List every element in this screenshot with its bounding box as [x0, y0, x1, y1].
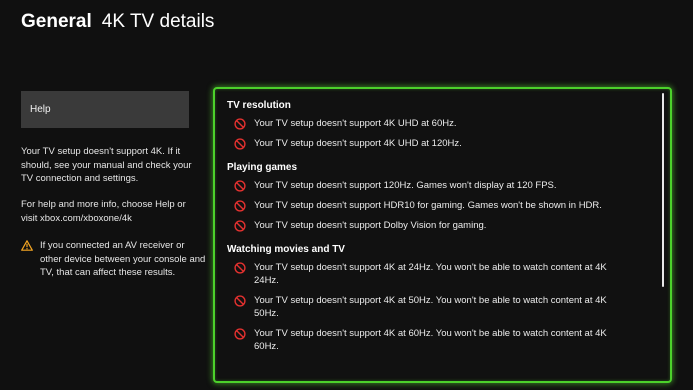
detail-item-text: Your TV setup doesn't support 4K at 50Hz… [254, 295, 607, 319]
detail-item-text: Your TV setup doesn't support 120Hz. Gam… [254, 180, 557, 191]
warning-triangle-icon [21, 240, 33, 280]
detail-item-text: Your TV setup doesn't support HDR10 for … [254, 200, 602, 211]
group-title: Watching movies and TV [227, 244, 345, 255]
group-title: Playing games [227, 162, 298, 173]
detail-item: Your TV setup doesn't support HDR10 for … [227, 199, 657, 212]
detail-item: Your TV setup doesn't support 4K at 50Hz… [227, 294, 657, 320]
help-button[interactable]: Help [21, 91, 189, 128]
prohibited-icon [234, 295, 246, 307]
detail-item-text: Your TV setup doesn't support 4K at 60Hz… [254, 328, 607, 352]
warning-text: If you connected an AV receiver or other… [40, 240, 206, 278]
detail-item-text: Your TV setup doesn't support 4K at 24Hz… [254, 262, 607, 286]
prohibited-icon [234, 138, 246, 150]
prohibited-icon [234, 220, 246, 232]
detail-item-text: Your TV setup doesn't support 4K UHD at … [254, 138, 462, 149]
prohibited-icon [234, 200, 246, 212]
detail-item: Your TV setup doesn't support 4K at 24Hz… [227, 261, 657, 287]
prohibited-icon [234, 180, 246, 192]
page-header: General 4K TV details [21, 11, 214, 33]
group-title: TV resolution [227, 100, 291, 111]
details-panel[interactable]: TV resolution Your TV setup doesn't suppo… [213, 87, 672, 383]
details-list: TV resolution Your TV setup doesn't suppo… [227, 99, 657, 353]
prohibited-icon [234, 262, 246, 274]
detail-item-text: Your TV setup doesn't support Dolby Visi… [254, 220, 487, 231]
page-title: 4K TV details [101, 11, 215, 32]
scrollbar[interactable] [662, 93, 664, 287]
av-receiver-warning: If you connected an AV receiver or other… [21, 239, 206, 280]
prohibited-icon [234, 328, 246, 340]
section-title: General [21, 11, 92, 32]
detail-item: Your TV setup doesn't support 4K UHD at … [227, 117, 657, 130]
tv-details-page: General 4K TV details Help Your TV setup… [0, 0, 693, 390]
support-message: Your TV setup doesn't support 4K. If it … [21, 146, 192, 184]
detail-item: Your TV setup doesn't support Dolby Visi… [227, 219, 657, 232]
detail-item-text: Your TV setup doesn't support 4K UHD at … [254, 118, 457, 129]
detail-item: Your TV setup doesn't support 120Hz. Gam… [227, 179, 657, 192]
prohibited-icon [234, 118, 246, 130]
detail-item: Your TV setup doesn't support 4K UHD at … [227, 137, 657, 150]
help-button-label: Help [30, 104, 51, 115]
help-info-message: For help and more info, choose Help or v… [21, 199, 186, 224]
detail-item: Your TV setup doesn't support 4K at 60Hz… [227, 327, 657, 353]
